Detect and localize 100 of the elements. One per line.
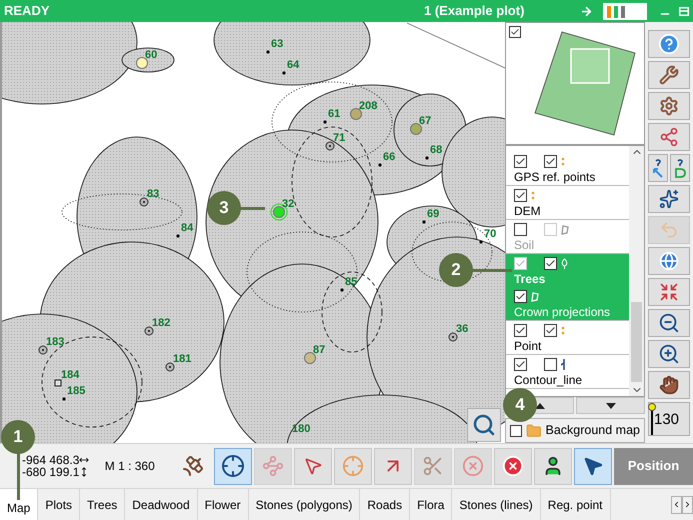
x-coordinate: -964 468.3: [22, 454, 80, 466]
side-tool-button[interactable]: [648, 371, 690, 399]
tree-marker[interactable]: [378, 163, 382, 167]
check-icon: [510, 27, 520, 37]
layer-name: DEM: [514, 202, 542, 219]
slider-thumb[interactable]: [648, 403, 656, 411]
tree-marker[interactable]: [282, 71, 286, 75]
checkbox[interactable]: [514, 290, 527, 304]
tab-scroll-right-button[interactable]: [682, 496, 693, 514]
tree-marker[interactable]: [54, 380, 62, 386]
tab[interactable]: Map: [0, 489, 38, 520]
checkbox[interactable]: [514, 324, 527, 338]
scrollbar[interactable]: [629, 146, 644, 396]
background-map-button[interactable]: Background map: [505, 418, 645, 443]
side-tool-button[interactable]: [648, 247, 690, 275]
tree-number: 70: [484, 228, 496, 240]
zoom-out-icon: [658, 312, 680, 334]
scroll-thumb[interactable]: [631, 302, 642, 382]
tree-number: 184: [61, 369, 80, 381]
tree-number: 68: [430, 144, 442, 156]
tree-number: 183: [46, 336, 64, 348]
tree-number: 83: [147, 188, 160, 200]
map-tool-button[interactable]: [574, 448, 612, 484]
query-scale-icon: [651, 158, 665, 178]
move-layer-down-button[interactable]: [576, 397, 645, 414]
side-tool-button[interactable]: [648, 309, 690, 337]
checkbox[interactable]: [510, 424, 522, 437]
checkbox[interactable]: [509, 26, 521, 38]
tree-marker[interactable]: [176, 234, 180, 238]
tree-marker[interactable]: [422, 220, 426, 224]
tree-symbol-icon: [561, 258, 568, 270]
side-tool-button[interactable]: [648, 340, 690, 368]
layer-item[interactable]: Point: [506, 320, 629, 355]
restore-icon[interactable]: [679, 6, 689, 16]
tree-marker[interactable]: [144, 326, 154, 336]
side-tool-button[interactable]: [648, 123, 690, 151]
undo-icon: [659, 220, 679, 240]
selection-icon: [659, 189, 679, 209]
tree-number: 66: [383, 151, 396, 163]
tree-marker[interactable]: [166, 362, 174, 372]
folder-icon: [526, 422, 542, 439]
tree-number: 84: [181, 222, 194, 234]
tree-marker[interactable]: [326, 142, 334, 150]
wrench-icon: [659, 65, 679, 85]
remove-point-icon: [502, 455, 524, 477]
checkbox[interactable]: [544, 358, 557, 372]
slider-value: 130: [654, 410, 680, 430]
layer-name: Soil: [514, 236, 536, 253]
map-tool-button[interactable]: [494, 448, 532, 484]
checkbox[interactable]: [514, 189, 527, 202]
tab-scroll-left-button[interactable]: [671, 496, 682, 514]
tree-number: 63: [271, 38, 284, 50]
side-tool-button[interactable]: [670, 154, 690, 182]
crosshair-icon: [221, 454, 245, 478]
checkbox[interactable]: [514, 155, 527, 168]
globe-icon: [659, 251, 679, 271]
line-symbol-icon: [561, 359, 567, 370]
layer-name: Trees: [514, 270, 546, 287]
tree-marker[interactable]: [62, 397, 66, 401]
side-tool-button[interactable]: [648, 185, 690, 213]
opacity-slider[interactable]: 130: [648, 402, 690, 436]
tree-marker[interactable]: [323, 120, 327, 124]
zoom-select-button[interactable]: [467, 408, 501, 442]
tree-marker[interactable]: [479, 240, 483, 244]
points-symbol-icon: [561, 326, 565, 336]
map-scale: M 1 : 360: [104, 458, 156, 475]
tree-number: 36: [456, 323, 468, 335]
layer-name: Contour_line: [514, 372, 584, 388]
map-tool-button[interactable]: [214, 448, 252, 484]
move-point-icon: [303, 456, 323, 476]
export-icon: [659, 127, 679, 147]
tree-number: 180: [292, 423, 310, 435]
layer-item[interactable]: Contour_line: [506, 354, 629, 389]
signal-bars-icon: [603, 2, 647, 20]
checkbox[interactable]: [514, 358, 527, 372]
tree-marker[interactable]: [266, 50, 270, 54]
side-tool-button[interactable]: [648, 278, 690, 306]
tree-number: 182: [152, 317, 170, 329]
map-tool-button[interactable]: [534, 448, 572, 484]
polygon-symbol-icon: [531, 292, 539, 302]
zoom-in-icon: [658, 343, 680, 365]
tree-marker[interactable]: [448, 332, 458, 342]
checkbox[interactable]: [544, 257, 557, 270]
magnifier-icon: [472, 413, 496, 437]
tree-marker[interactable]: [140, 198, 148, 206]
tree-marker[interactable]: [38, 346, 48, 354]
arrow-icon[interactable]: [580, 4, 593, 18]
checkbox[interactable]: [544, 324, 557, 338]
side-tool-button[interactable]: [648, 61, 690, 89]
side-tool-button[interactable]: [648, 154, 668, 182]
tree-number: 208: [359, 100, 378, 112]
tree-marker[interactable]: [340, 288, 344, 292]
layer-item[interactable]: DEM: [506, 186, 629, 220]
tree-number: 64: [287, 59, 300, 71]
side-tool-button[interactable]: [648, 92, 690, 120]
erase-icon: [462, 455, 484, 477]
checkbox[interactable]: [544, 155, 557, 168]
tree-marker[interactable]: [425, 156, 429, 160]
side-tool-button[interactable]: [648, 30, 690, 58]
help-icon: [658, 33, 680, 55]
